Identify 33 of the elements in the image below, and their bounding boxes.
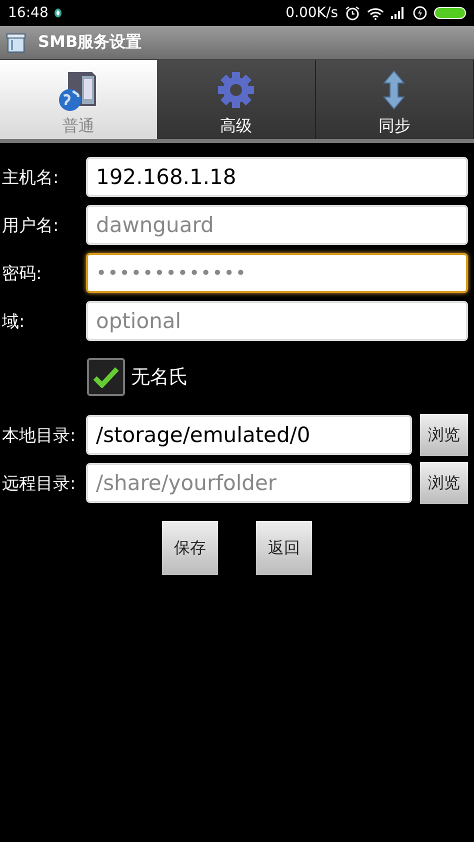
clock: 16:48 [8,5,48,21]
signal-icon [391,7,406,19]
browse-button[interactable]: 浏览 [420,462,468,504]
checkbox-label: 无名氏 [131,365,188,390]
battery-icon [434,7,466,19]
gear-icon [216,70,256,110]
tab[interactable]: 高级 [157,60,316,139]
tab[interactable]: 同步 [316,60,474,139]
input-field[interactable]: /storage/emulated/0 [86,415,412,455]
notification-icon [54,8,62,18]
checkmark-icon [93,366,119,388]
field-label: 远程目录: [1,472,77,494]
alarm-icon [345,6,360,20]
field-label: 域: [1,310,26,332]
wifi-icon [367,6,384,20]
action-button[interactable]: 保存 [162,521,218,575]
browse-button[interactable]: 浏览 [420,414,468,456]
input-field[interactable]: /share/yourfolder [86,463,412,503]
action-button[interactable]: 返回 [256,521,312,575]
field-label: 本地目录: [1,424,77,446]
password-field[interactable]: ••••••••••••• [86,253,468,293]
field-label: 用户名: [1,214,60,236]
charging-icon [413,6,427,20]
window-title: SMB服务设置 [38,32,142,53]
up-down-arrow-icon [382,70,406,110]
checkbox[interactable] [87,358,125,396]
input-field[interactable]: dawnguard [86,205,468,245]
field-label: 密码: [1,262,43,284]
box-icon [6,32,26,54]
input-field[interactable]: 192.168.1.18 [86,157,468,197]
field-label: 主机名: [1,166,60,188]
network-speed: 0.00K/s [286,5,338,21]
input-field[interactable]: optional [86,301,468,341]
